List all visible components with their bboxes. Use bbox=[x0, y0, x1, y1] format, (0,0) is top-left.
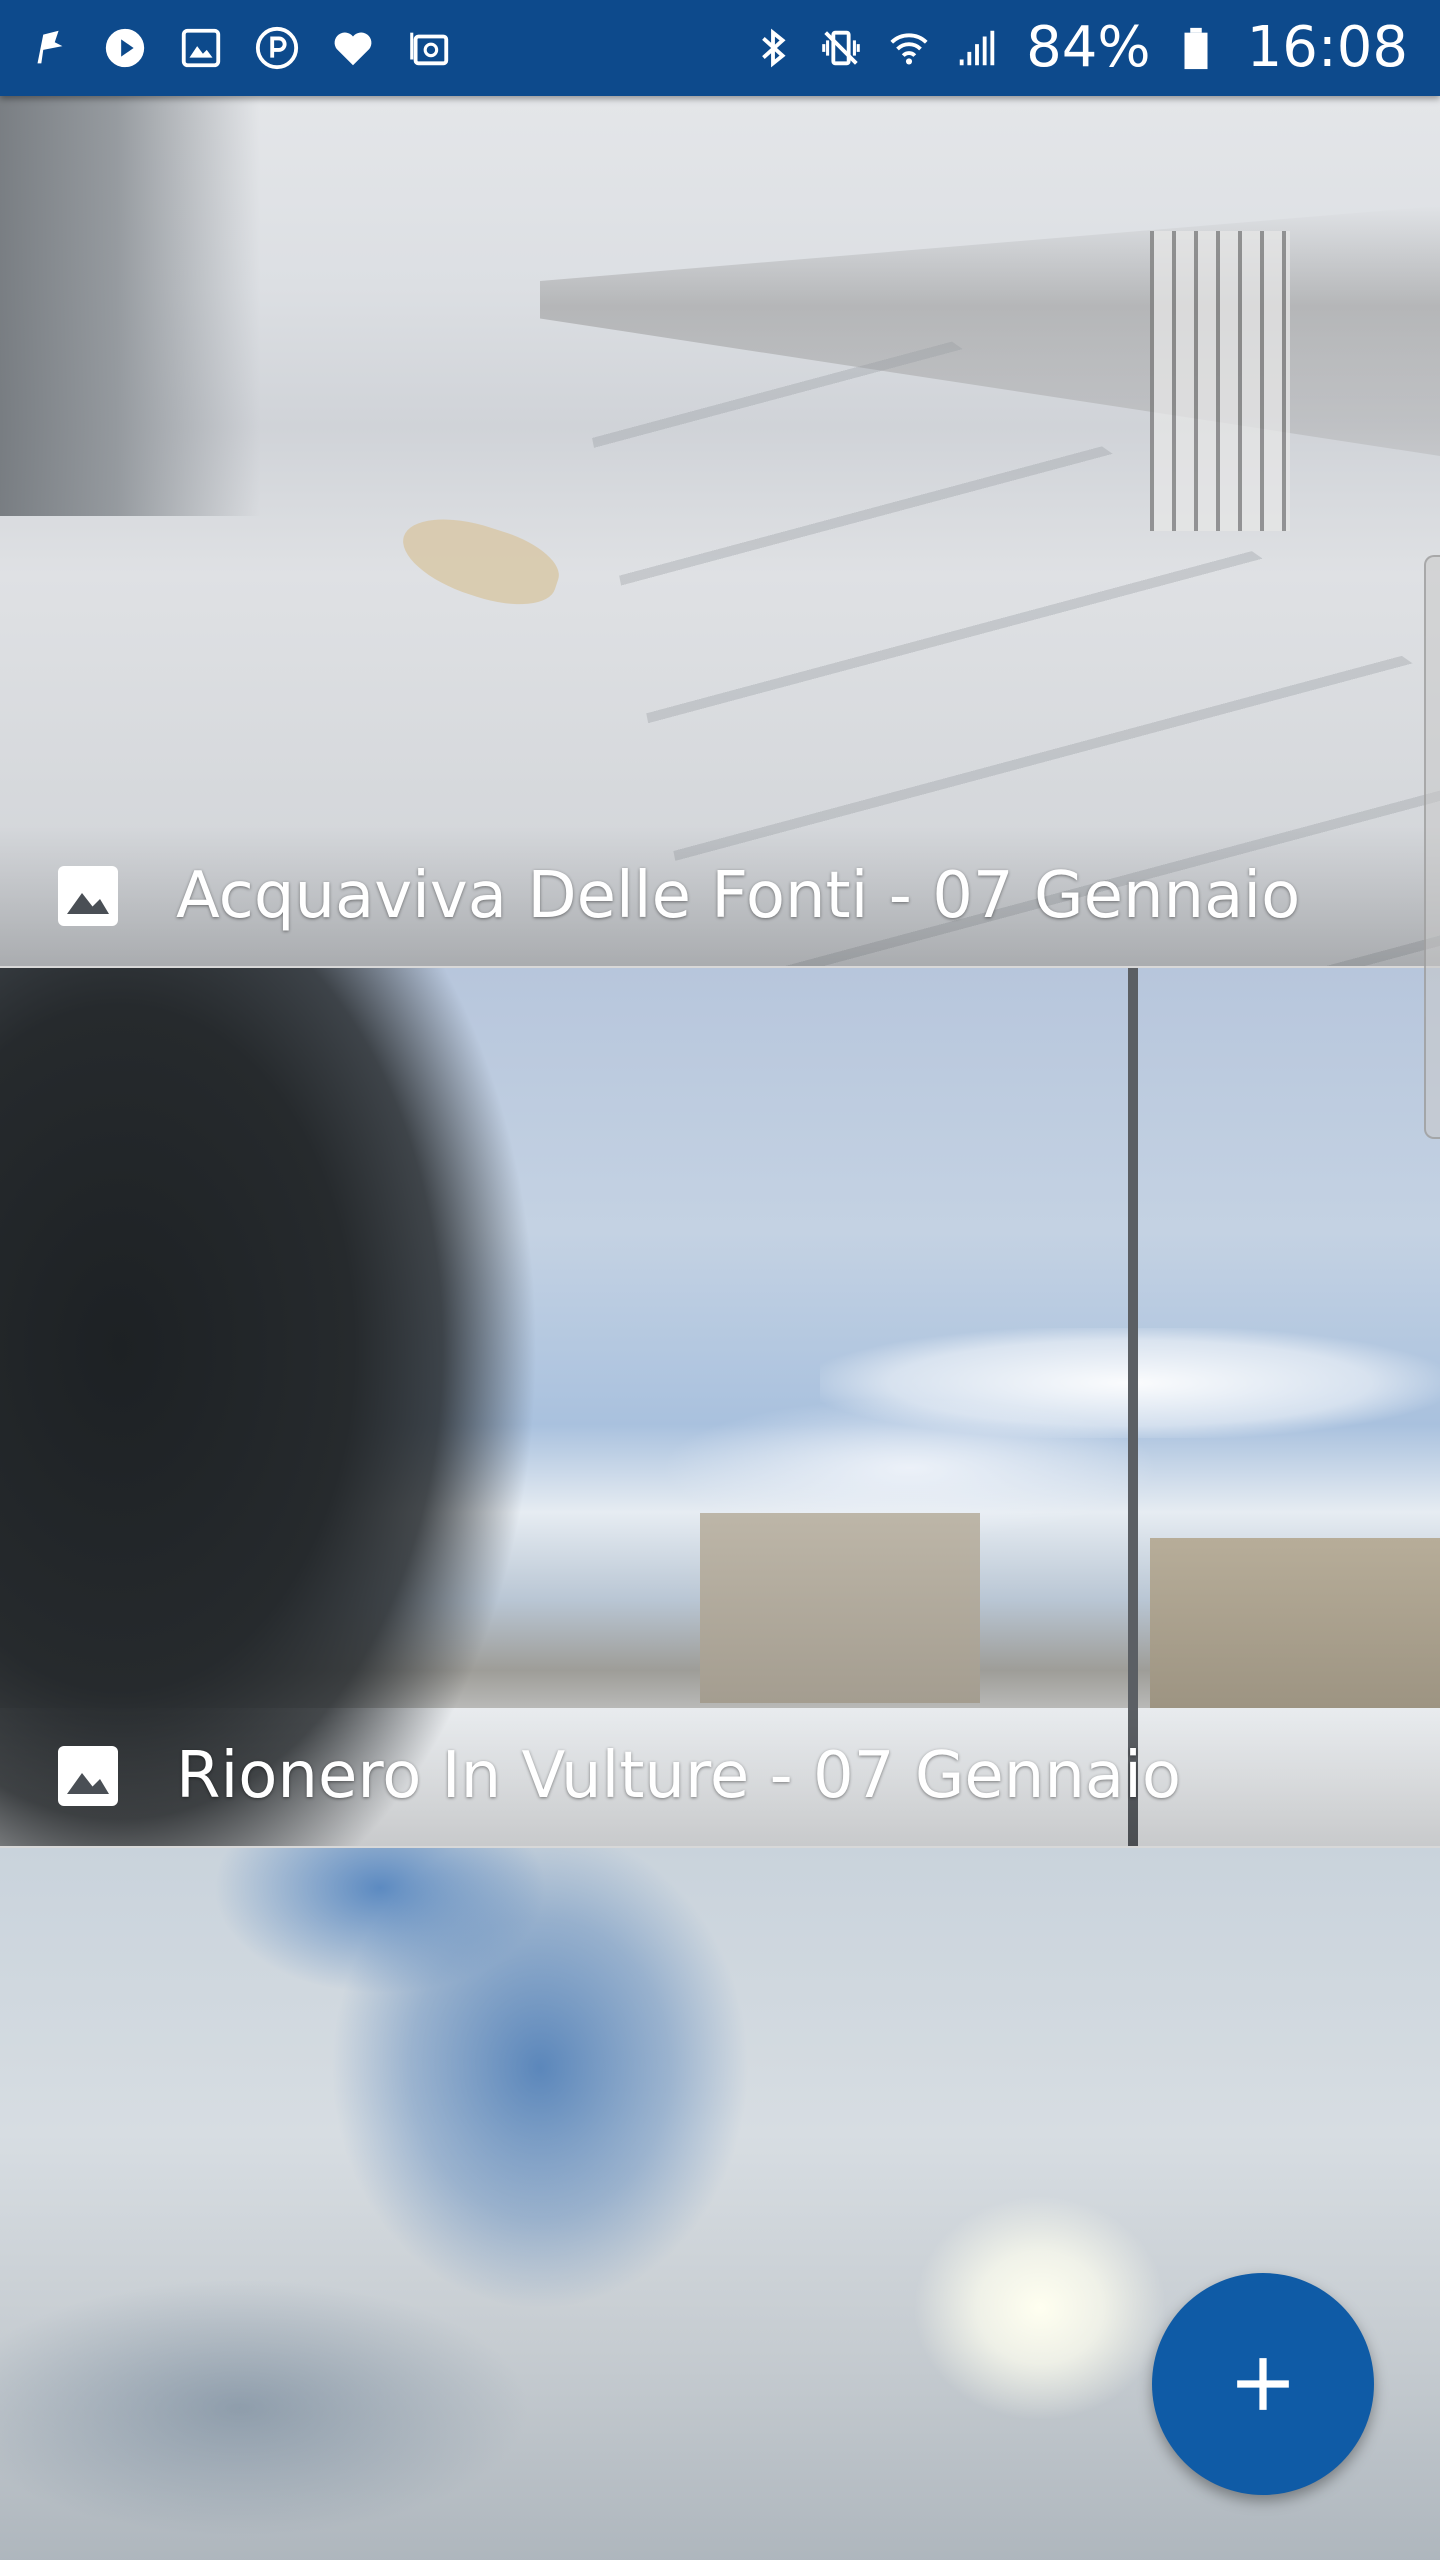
card-title: Acquaviva Delle Fonti - 07 Gennaio bbox=[176, 859, 1301, 933]
add-photo-button[interactable] bbox=[1152, 2273, 1374, 2495]
notification-icons bbox=[0, 25, 452, 71]
heart-icon bbox=[330, 25, 376, 71]
image-icon bbox=[52, 1740, 124, 1812]
plus-icon bbox=[1237, 2358, 1289, 2410]
edge-panel-handle[interactable] bbox=[1424, 555, 1440, 1139]
vibrate-icon bbox=[818, 25, 864, 71]
gallery-icon bbox=[178, 25, 224, 71]
card-title: Rionero In Vulture - 07 Gennaio bbox=[176, 1739, 1182, 1813]
photo-card-acquaviva[interactable]: Acquaviva Delle Fonti - 07 Gennaio bbox=[0, 96, 1440, 968]
bluetooth-icon bbox=[750, 25, 796, 71]
parking-icon bbox=[254, 25, 300, 71]
email-icon bbox=[406, 25, 452, 71]
wifi-icon bbox=[886, 25, 932, 71]
clock: 16:08 bbox=[1246, 15, 1408, 80]
photo-card-rionero[interactable]: Rionero In Vulture - 07 Gennaio bbox=[0, 968, 1440, 1848]
signal-icon bbox=[954, 25, 1000, 71]
status-bar: 84% 16:08 bbox=[0, 0, 1440, 96]
play-icon bbox=[102, 25, 148, 71]
card-caption: Acquaviva Delle Fonti - 07 Gennaio bbox=[0, 826, 1440, 966]
card-caption: Rionero In Vulture - 07 Gennaio bbox=[0, 1706, 1440, 1846]
flag-icon bbox=[26, 25, 72, 71]
battery-icon bbox=[1173, 25, 1219, 71]
photo-feed: Acquaviva Delle Fonti - 07 Gennaio Rione… bbox=[0, 96, 1440, 2560]
battery-percent: 84% bbox=[1026, 15, 1151, 80]
screen: 84% 16:08 Acquaviva Delle Fonti - 07 Gen… bbox=[0, 0, 1440, 2560]
image-icon bbox=[52, 860, 124, 932]
system-icons: 84% 16:08 bbox=[750, 20, 1440, 76]
